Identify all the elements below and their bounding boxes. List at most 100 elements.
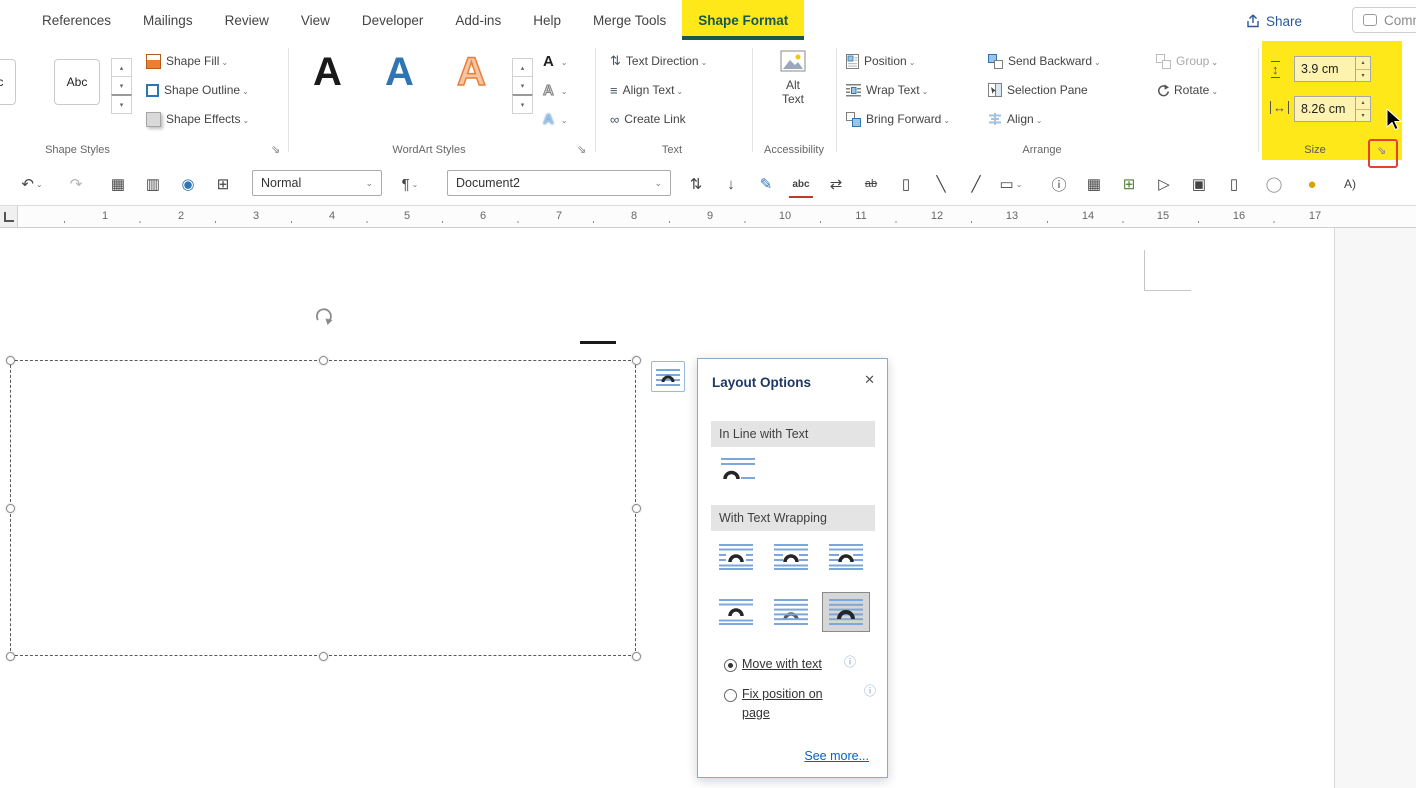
- group-button[interactable]: Group: [1156, 50, 1218, 72]
- shape-style-preset[interactable]: Abc: [54, 59, 100, 105]
- grid-icon[interactable]: ▦: [1082, 172, 1106, 196]
- fix-position-radio[interactable]: [724, 689, 737, 702]
- align-text-button[interactable]: ≡ Align Text: [610, 79, 683, 101]
- wordart-sample-blue[interactable]: A: [385, 52, 414, 92]
- page-down-icon[interactable]: ↓: [719, 172, 743, 196]
- doc-info-icon[interactable]: ⓘ: [1047, 172, 1071, 196]
- line-spacing-icon[interactable]: ⇅: [684, 172, 708, 196]
- next-page-icon[interactable]: ▷: [1152, 172, 1176, 196]
- wrap-option-tight[interactable]: [767, 537, 815, 577]
- resize-handle-middle-left[interactable]: [6, 504, 15, 513]
- document-dropdown[interactable]: Document2: [447, 170, 671, 196]
- gallery-up-button[interactable]: ▴: [512, 58, 533, 77]
- spin-down-icon[interactable]: ▾: [1356, 70, 1370, 82]
- tab-shape-format[interactable]: Shape Format: [682, 0, 805, 40]
- resize-handle-middle-right[interactable]: [632, 504, 641, 513]
- resize-handle-top-middle[interactable]: [319, 356, 328, 365]
- tab-stop-selector[interactable]: [0, 206, 18, 227]
- text-direction-button[interactable]: ⇅ Text Direction: [610, 50, 707, 72]
- move-with-text-info-icon[interactable]: ⓘ: [844, 656, 856, 668]
- resize-handle-bottom-middle[interactable]: [319, 652, 328, 661]
- wrap-option-in-front[interactable]: [822, 592, 870, 632]
- undo-icon[interactable]: ↶: [20, 172, 44, 196]
- text-effects-button[interactable]: A: [543, 108, 568, 130]
- spin-down-icon[interactable]: ▾: [1356, 110, 1370, 122]
- tab-developer[interactable]: Developer: [346, 0, 440, 40]
- table-borders-icon[interactable]: ▦: [106, 172, 130, 196]
- shape-styles-dialog-launcher[interactable]: ⇘: [271, 145, 280, 156]
- table-shading-icon[interactable]: ▥: [141, 172, 165, 196]
- resize-handle-bottom-right[interactable]: [632, 652, 641, 661]
- tab-help[interactable]: Help: [517, 0, 577, 40]
- close-icon[interactable]: ✕: [864, 372, 875, 388]
- shape-outline-button[interactable]: Shape Outline: [146, 79, 249, 101]
- tab-merge-tools[interactable]: Merge Tools: [577, 0, 682, 40]
- tab-review[interactable]: Review: [209, 0, 285, 40]
- align-button[interactable]: Align: [988, 108, 1042, 130]
- shape-fill-button[interactable]: Shape Fill: [146, 50, 228, 72]
- width-spinner[interactable]: ▴ ▾: [1356, 96, 1371, 122]
- comments-button[interactable]: Comments: [1352, 7, 1416, 33]
- shape-width-field[interactable]: 8.26 cm: [1294, 96, 1356, 122]
- backslash-line-icon[interactable]: ╲: [929, 172, 953, 196]
- text-fill-button[interactable]: A: [543, 50, 568, 72]
- wordart-sample-fill[interactable]: A: [313, 52, 342, 92]
- gallery-down-button[interactable]: ▾: [111, 76, 132, 95]
- wrap-option-square[interactable]: [712, 537, 760, 577]
- selected-text-box[interactable]: [10, 360, 636, 656]
- translate-icon[interactable]: ⇄: [824, 172, 848, 196]
- tab-view[interactable]: View: [285, 0, 346, 40]
- see-more-link[interactable]: See more...: [804, 749, 869, 763]
- resize-handle-top-left[interactable]: [6, 356, 15, 365]
- shape-height-field[interactable]: 3.9 cm: [1294, 56, 1356, 82]
- wordart-dialog-launcher[interactable]: ⇘: [577, 145, 586, 156]
- add-table-icon[interactable]: ⊞: [1117, 172, 1141, 196]
- bring-forward-button[interactable]: Bring Forward: [846, 108, 950, 130]
- read-aloud-icon[interactable]: A): [1338, 172, 1362, 196]
- accent-circle-icon[interactable]: ●: [1300, 172, 1324, 196]
- blank-page-icon[interactable]: ▯: [894, 172, 918, 196]
- circle-icon[interactable]: ◯: [1262, 172, 1286, 196]
- wrap-option-inline[interactable]: [714, 451, 762, 491]
- shape-effects-button[interactable]: Shape Effects: [146, 108, 249, 130]
- layout-options-button[interactable]: [651, 361, 685, 392]
- wordart-sample-outline[interactable]: A: [456, 51, 486, 93]
- position-button[interactable]: Position: [846, 50, 915, 72]
- height-spinner[interactable]: ▴ ▾: [1356, 56, 1371, 82]
- wrap-text-button[interactable]: Wrap Text: [846, 79, 928, 101]
- gallery-down-button[interactable]: ▾: [512, 76, 533, 95]
- wrap-option-behind-text[interactable]: [767, 592, 815, 632]
- edit-pen-icon[interactable]: ✎: [754, 172, 778, 196]
- rotate-handle[interactable]: [313, 305, 335, 327]
- spell-check-icon[interactable]: abc: [789, 172, 813, 198]
- send-backward-button[interactable]: Send Backward: [988, 50, 1101, 72]
- wrap-option-through[interactable]: [822, 537, 870, 577]
- fix-position-info-icon[interactable]: ⓘ: [864, 685, 876, 697]
- gallery-more-button[interactable]: ▾: [111, 94, 132, 114]
- tab-add-ins[interactable]: Add-ins: [439, 0, 517, 40]
- style-dropdown[interactable]: Normal: [252, 170, 382, 196]
- gallery-up-button[interactable]: ▴: [111, 58, 132, 77]
- print-layout-icon[interactable]: ▣: [1187, 172, 1211, 196]
- fix-position-label[interactable]: Fix position on page: [742, 685, 842, 723]
- selection-pane-button[interactable]: Selection Pane: [988, 79, 1088, 101]
- insert-table-icon[interactable]: ⊞: [211, 172, 235, 196]
- spin-up-icon[interactable]: ▴: [1356, 57, 1370, 70]
- move-with-text-label[interactable]: Move with text: [742, 655, 822, 674]
- text-frame-icon[interactable]: ▭: [999, 172, 1023, 196]
- redo-icon[interactable]: ↷: [64, 172, 88, 196]
- tab-references[interactable]: References: [26, 0, 127, 40]
- move-with-text-radio[interactable]: [724, 659, 737, 672]
- page-icon[interactable]: ▯: [1222, 172, 1246, 196]
- pilcrow-icon[interactable]: ¶: [398, 172, 422, 196]
- text-outline-button[interactable]: A: [543, 79, 568, 101]
- tab-mailings[interactable]: Mailings: [127, 0, 209, 40]
- strikethrough-icon[interactable]: ab: [859, 172, 883, 196]
- share-button[interactable]: Share: [1246, 8, 1302, 34]
- resize-handle-top-right[interactable]: [632, 356, 641, 365]
- gallery-more-button[interactable]: ▾: [512, 94, 533, 114]
- spin-up-icon[interactable]: ▴: [1356, 97, 1370, 110]
- slash-line-icon[interactable]: ╱: [964, 172, 988, 196]
- record-macro-icon[interactable]: ◉: [176, 172, 200, 196]
- rotate-button[interactable]: Rotate: [1156, 79, 1218, 101]
